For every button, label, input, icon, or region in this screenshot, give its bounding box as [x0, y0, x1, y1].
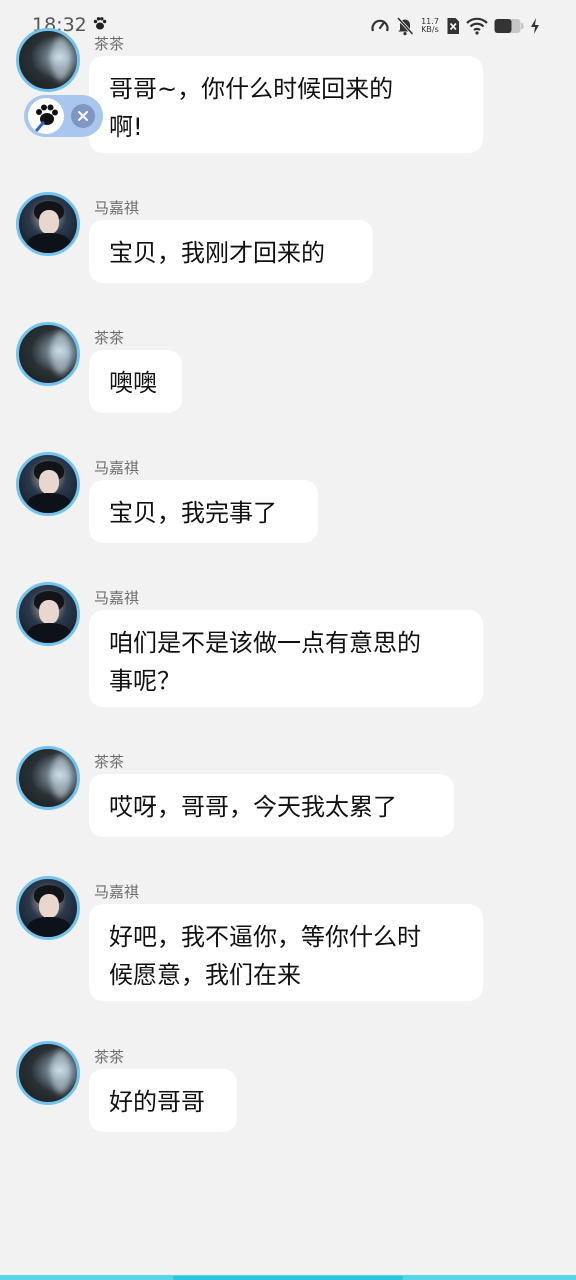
- sim-x-icon: [447, 18, 459, 34]
- sender-name: 茶茶: [94, 1048, 125, 1066]
- message-bubble[interactable]: 好吧，我不逼你，等你什么时 候愿意，我们在来: [89, 904, 483, 1001]
- battery-icon: [494, 19, 524, 33]
- sender-name: 马嘉祺: [94, 589, 140, 607]
- close-icon: [78, 111, 88, 121]
- sender-name: 马嘉祺: [94, 883, 140, 901]
- charging-icon: [531, 18, 539, 34]
- paw-icon: [35, 104, 58, 132]
- network-speed-unit: KB/s: [421, 25, 439, 34]
- network-speed: 11.7 KB/s: [420, 18, 440, 34]
- message-bubble[interactable]: 宝贝，我完事了: [89, 480, 318, 543]
- avatar[interactable]: [16, 192, 80, 256]
- message-bubble[interactable]: 哥哥~，你什么时候回来的 啊!: [89, 56, 483, 153]
- status-icons: 11.7 KB/s: [370, 14, 540, 38]
- sender-name: 马嘉祺: [94, 199, 140, 217]
- speedometer-icon: [371, 19, 389, 32]
- avatar[interactable]: [16, 582, 80, 646]
- message-bubble[interactable]: 哎呀，哥哥，今天我太累了: [89, 774, 454, 837]
- paw-icon: [93, 17, 107, 30]
- avatar[interactable]: [16, 876, 80, 940]
- message-bubble[interactable]: 好的哥哥: [89, 1069, 237, 1132]
- message-bubble[interactable]: 咱们是不是该做一点有意思的 事呢？: [89, 610, 483, 707]
- avatar[interactable]: [16, 746, 80, 810]
- message-bubble[interactable]: 噢噢: [89, 350, 182, 413]
- bell-off-icon: [396, 16, 414, 36]
- sender-name: 茶茶: [94, 35, 125, 53]
- floating-paw-button[interactable]: [28, 98, 64, 134]
- sender-name: 茶茶: [94, 753, 125, 771]
- avatar[interactable]: [16, 1041, 80, 1105]
- sender-name: 茶茶: [94, 329, 125, 347]
- avatar[interactable]: [16, 28, 80, 92]
- floating-close-button[interactable]: [71, 104, 95, 128]
- status-bar: 18:32 11.7 KB/s: [0, 0, 576, 52]
- sender-name: 马嘉祺: [94, 459, 140, 477]
- wifi-icon: [466, 17, 488, 35]
- home-indicator[interactable]: [173, 1276, 403, 1280]
- message-bubble[interactable]: 宝贝，我刚才回来的: [89, 220, 373, 283]
- avatar[interactable]: [16, 322, 80, 386]
- avatar[interactable]: [16, 452, 80, 516]
- floating-paw-widget[interactable]: [24, 95, 103, 137]
